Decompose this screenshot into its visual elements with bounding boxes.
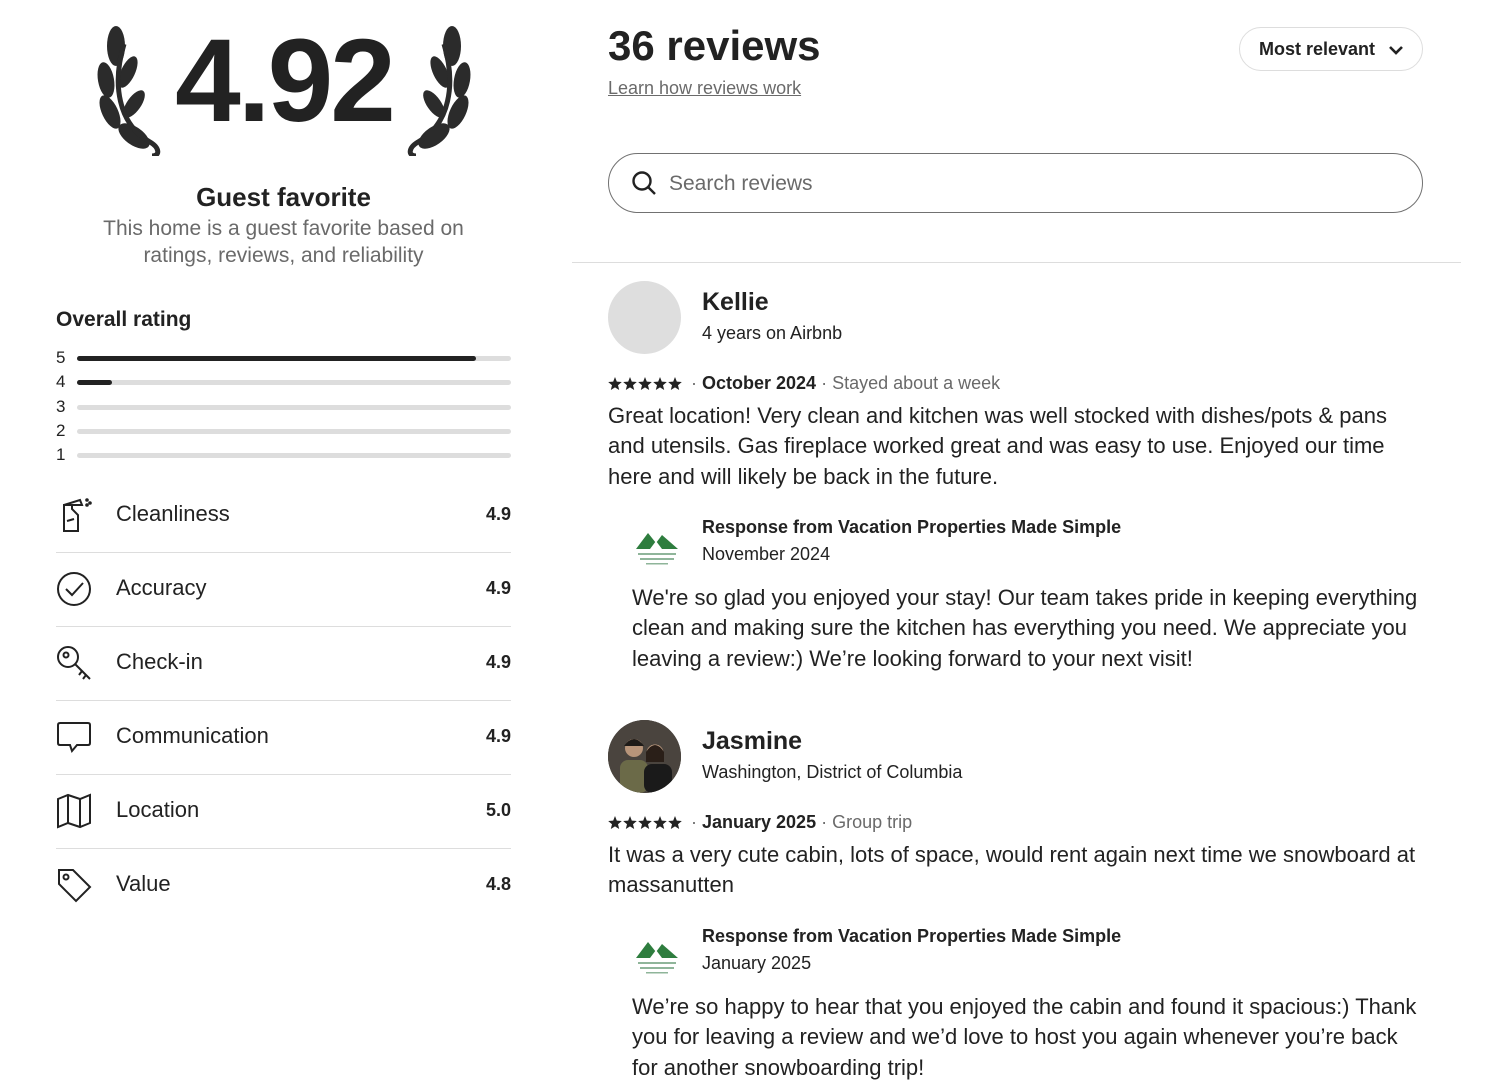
review-date: January 2025 <box>702 812 817 832</box>
sort-dropdown[interactable]: Most relevant <box>1239 27 1423 71</box>
map-icon <box>57 793 91 829</box>
review-text: Great location! Very clean and kitchen w… <box>608 403 1387 489</box>
reviewer-name[interactable]: Jasmine <box>702 727 802 756</box>
rating-bar-row: 4 <box>56 370 511 394</box>
avatar[interactable] <box>608 281 681 354</box>
review-date: October 2024 <box>702 373 817 393</box>
response-date: November 2024 <box>702 544 831 564</box>
category-value: 4.9 <box>485 652 511 672</box>
key-icon <box>57 646 91 680</box>
category-name: Location <box>116 797 200 822</box>
spray-bottle-icon <box>63 498 92 532</box>
rating-bar-row: 1 <box>56 443 511 467</box>
category-name: Accuracy <box>116 575 207 600</box>
reviewer-subtitle: Washington, District of Columbia <box>702 762 963 782</box>
category-row-check-in: Check-in 4.9 <box>56 627 511 701</box>
rating-bar-row: 2 <box>56 419 511 443</box>
learn-how-reviews-work-link[interactable]: Learn how reviews work <box>608 78 801 99</box>
response-text: We’re so happy to hear that you enjoyed … <box>632 994 1417 1080</box>
reviewer-name[interactable]: Kellie <box>702 288 769 317</box>
avatar-photo <box>608 720 681 793</box>
category-value: 4.9 <box>485 578 511 598</box>
response-text: We're so glad you enjoyed your stay! Our… <box>632 585 1418 671</box>
chevron-down-icon <box>1389 46 1403 55</box>
rating-bar-label: 3 <box>56 396 66 416</box>
score-badge: 4.92 <box>94 18 474 168</box>
category-ratings: Cleanliness 4.9 Accuracy 4.9 Check-in 4.… <box>56 479 511 922</box>
category-value: 4.9 <box>485 504 511 524</box>
overall-rating-title: Overall rating <box>56 308 192 331</box>
search-icon <box>632 171 656 195</box>
category-name: Check-in <box>116 649 203 674</box>
rating-bar-track <box>77 453 511 459</box>
search-reviews-field[interactable] <box>608 153 1423 213</box>
separator-dot: · <box>691 373 697 393</box>
category-row-value: Value 4.8 <box>56 849 511 922</box>
host-logo-icon <box>636 942 678 974</box>
rating-bar-row: 5 <box>56 346 511 370</box>
category-row-accuracy: Accuracy 4.9 <box>56 553 511 627</box>
category-value: 5.0 <box>485 800 511 820</box>
response-date: January 2025 <box>702 953 812 973</box>
sort-label: Most relevant <box>1259 39 1376 59</box>
separator-dot: · <box>821 812 828 832</box>
five-star-rating-icon <box>608 377 682 391</box>
rating-bar-fill <box>77 356 477 361</box>
trip-type: Group trip <box>832 812 913 832</box>
review-meta: · October 2024 · Stayed about a week <box>608 373 1000 394</box>
host-logo-icon <box>636 533 678 565</box>
category-row-cleanliness: Cleanliness 4.9 <box>56 479 511 553</box>
five-star-rating-icon <box>608 816 682 830</box>
reviews-count: 36 reviews <box>608 22 821 69</box>
rating-bar-fill <box>77 380 112 386</box>
rating-distribution: 5 4 3 2 1 <box>56 346 511 467</box>
chat-bubble-icon <box>57 722 91 754</box>
reviewer-subtitle: 4 years on Airbnb <box>702 323 843 343</box>
rating-bar-track <box>77 404 511 410</box>
tag-icon <box>58 869 92 903</box>
check-circle-icon <box>57 572 91 606</box>
rating-bar-label: 1 <box>56 445 66 465</box>
rating-bar-label: 4 <box>56 372 66 392</box>
laurel-right-icon <box>407 26 471 156</box>
separator-dot: · <box>821 373 828 393</box>
avatar[interactable] <box>608 720 681 793</box>
rating-bar-track <box>77 356 511 361</box>
category-name: Value <box>116 871 171 896</box>
category-row-communication: Communication 4.9 <box>56 701 511 775</box>
review-text: It was a very cute cabin, lots of space,… <box>608 842 1416 898</box>
category-name: Communication <box>116 723 269 748</box>
header-divider <box>572 262 1461 263</box>
rating-bar-row: 3 <box>56 395 511 419</box>
response-title: Response from Vacation Properties Made S… <box>702 517 1122 537</box>
response-title: Response from Vacation Properties Made S… <box>702 926 1122 946</box>
separator-dot: · <box>691 812 697 832</box>
trip-type: Stayed about a week <box>832 373 1001 393</box>
category-value: 4.8 <box>485 874 511 894</box>
review-meta: · January 2025 · Group trip <box>608 812 912 833</box>
guest-favorite-title: Guest favorite <box>196 182 371 212</box>
search-input[interactable] <box>667 166 1371 202</box>
category-row-location: Location 5.0 <box>56 775 511 849</box>
category-name: Cleanliness <box>116 501 230 526</box>
category-value: 4.9 <box>485 726 511 746</box>
rating-bar-track <box>77 428 511 434</box>
rating-bar-label: 2 <box>56 420 66 440</box>
rating-bar-label: 5 <box>56 348 66 367</box>
rating-bar-track <box>77 380 511 386</box>
guest-favorite-description: This home is a guest favorite based on r… <box>103 217 464 267</box>
